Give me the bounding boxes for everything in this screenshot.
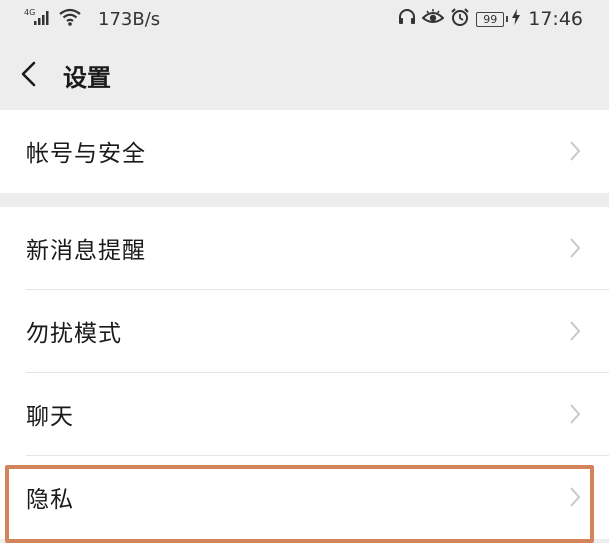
network-speed: 173B/s — [98, 8, 161, 30]
settings-item-chat[interactable]: 聊天 — [0, 373, 609, 456]
chevron-right-icon — [569, 237, 581, 259]
settings-item-new-message-alerts[interactable]: 新消息提醒 — [0, 207, 609, 290]
settings-group-general: 新消息提醒 勿扰模式 聊天 隐私 — [0, 207, 609, 539]
settings-item-do-not-disturb[interactable]: 勿扰模式 — [0, 290, 609, 373]
settings-item-privacy[interactable]: 隐私 — [0, 456, 609, 539]
settings-item-label: 帐号与安全 — [26, 141, 146, 167]
settings-item-account-security[interactable]: 帐号与安全 — [0, 110, 609, 193]
nav-bar: 设置 — [0, 38, 609, 110]
chevron-right-icon — [569, 140, 581, 162]
settings-group-account: 帐号与安全 — [0, 110, 609, 193]
headset-icon — [398, 8, 416, 30]
status-bar-right: 99 17:46 — [398, 6, 583, 32]
svg-text:4G: 4G — [24, 8, 35, 17]
settings-item-label: 隐私 — [26, 487, 74, 513]
settings-item-label: 聊天 — [26, 404, 74, 430]
settings-item-label: 新消息提醒 — [26, 238, 146, 264]
wifi-icon — [58, 7, 82, 31]
chevron-right-icon — [569, 403, 581, 425]
battery-icon: 99 — [476, 11, 505, 27]
eye-comfort-icon — [421, 8, 445, 30]
battery-tip — [506, 16, 509, 22]
chevron-right-icon — [569, 486, 581, 508]
cellular-signal-icon: 4G — [24, 7, 52, 31]
charging-icon — [512, 9, 521, 29]
status-bar: 4G 173B/s 99 17:46 — [0, 0, 609, 38]
status-bar-left: 4G 173B/s — [24, 6, 160, 32]
page-title: 设置 — [63, 64, 111, 92]
alarm-icon — [450, 7, 470, 31]
settings-item-label: 勿扰模式 — [26, 321, 122, 347]
chevron-right-icon — [569, 320, 581, 342]
back-arrow-icon[interactable] — [18, 60, 40, 88]
clock: 17:46 — [528, 8, 583, 30]
